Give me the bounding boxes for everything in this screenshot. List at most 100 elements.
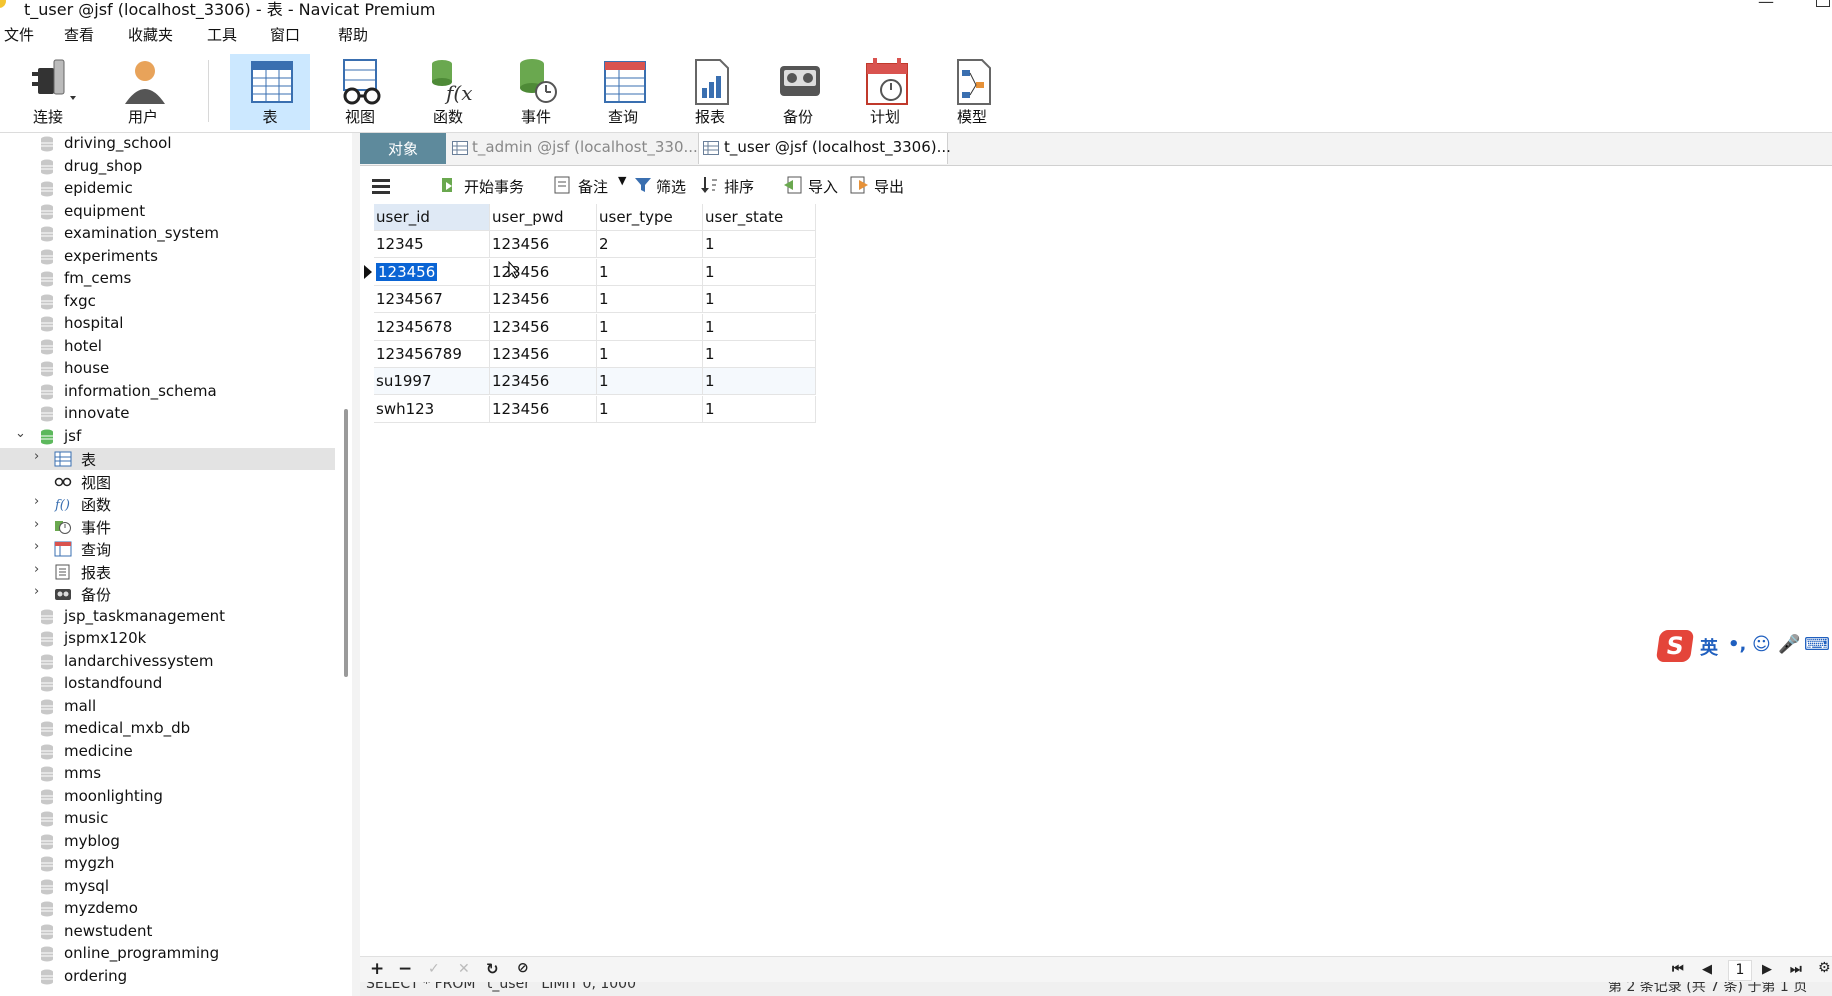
tree-item-database[interactable]: ⌄ jsf — [0, 426, 335, 448]
ime-mode-label[interactable]: 英 — [1700, 634, 1718, 660]
menu-tools[interactable]: 工具 — [207, 24, 237, 45]
tree-item-database[interactable]: equipment — [0, 201, 335, 223]
tab-objects[interactable]: 对象 — [360, 133, 446, 164]
maximize-button[interactable] — [1816, 0, 1830, 7]
table-cell[interactable]: 1 — [597, 286, 703, 314]
apply-changes-button[interactable]: ✓ — [428, 961, 440, 977]
tree-item-database[interactable]: newstudent — [0, 921, 335, 943]
previous-page-button[interactable]: ◀ — [1702, 962, 1712, 977]
query-button[interactable]: 查询 — [583, 54, 663, 130]
tree-item-object-group[interactable]: › 事件 — [0, 516, 335, 538]
tree-item-database[interactable]: online_programming — [0, 943, 335, 965]
settings-gear-icon[interactable]: ⚙ — [1818, 960, 1831, 976]
table-cell[interactable]: 1 — [703, 341, 816, 368]
pane-splitter[interactable] — [352, 133, 360, 996]
tree-item-database[interactable]: myzdemo — [0, 898, 335, 920]
model-button[interactable]: 模型 — [932, 54, 1012, 130]
table-cell[interactable]: 2 — [597, 231, 703, 259]
chevron-right-icon[interactable]: › — [34, 449, 39, 464]
event-button[interactable]: 事件 — [496, 54, 576, 130]
function-button[interactable]: f(x) 函数 — [408, 54, 488, 130]
tree-item-object-group[interactable]: 视图 — [0, 471, 335, 493]
tab-t-admin[interactable]: t_admin @jsf (localhost_330... — [448, 133, 698, 164]
tree-item-database[interactable]: ordering — [0, 966, 335, 988]
navigation-tree[interactable]: driving_school drug_shop epidemic equipment… — [0, 133, 350, 996]
tree-item-database[interactable]: myblog — [0, 831, 335, 853]
tree-item-object-group[interactable]: › 备份 — [0, 583, 335, 605]
table-cell[interactable]: 12345 — [374, 231, 490, 259]
table-cell[interactable]: 1 — [703, 231, 816, 259]
tree-item-database[interactable]: medicine — [0, 741, 335, 763]
table-cell[interactable]: 1 — [703, 286, 816, 314]
table-cell[interactable]: 1234567 — [374, 286, 490, 314]
tab-t-user[interactable]: t_user @jsf (localhost_3306)... — [698, 133, 951, 164]
column-header[interactable]: user_state — [703, 204, 816, 231]
tree-item-database[interactable]: fxgc — [0, 291, 335, 313]
tree-item-database[interactable]: experiments — [0, 246, 335, 268]
tree-item-database[interactable]: mygzh — [0, 853, 335, 875]
table-cell[interactable]: 123456 — [490, 231, 597, 259]
first-page-button[interactable]: ⏮ — [1672, 962, 1684, 977]
tree-item-database[interactable]: hospital — [0, 313, 335, 335]
table-cell[interactable]: 1 — [597, 341, 703, 368]
stop-icon[interactable]: ⊘ — [517, 960, 529, 976]
tree-item-database[interactable]: music — [0, 808, 335, 830]
table-cell[interactable]: 12345678 — [374, 313, 490, 341]
tree-item-object-group[interactable]: › 报表 — [0, 561, 335, 583]
tree-item-database[interactable]: mall — [0, 696, 335, 718]
tree-item-database[interactable]: innovate — [0, 403, 335, 425]
table-button[interactable]: 表 — [230, 54, 310, 130]
table-cell[interactable]: 1 — [597, 313, 703, 341]
selected-cell-text[interactable]: 123456 — [376, 262, 438, 281]
tree-item-object-group[interactable]: › f() 函数 — [0, 493, 335, 515]
chevron-right-icon[interactable]: › — [34, 562, 39, 577]
note-dropdown-icon[interactable]: ▼ — [618, 174, 626, 187]
chevron-right-icon[interactable]: › — [34, 584, 39, 599]
table-cell[interactable]: 1 — [703, 313, 816, 341]
table-cell[interactable]: 123456 — [374, 258, 490, 286]
begin-transaction-button[interactable]: 开始事务 — [464, 176, 524, 197]
keyboard-icon[interactable]: ⌨ — [1804, 634, 1830, 655]
tree-item-database[interactable]: moonlighting — [0, 786, 335, 808]
tree-item-database[interactable]: hotel — [0, 336, 335, 358]
table-cell[interactable]: swh123 — [374, 395, 490, 423]
tree-item-object-group[interactable]: › 表 — [0, 448, 335, 470]
menu-favorites[interactable]: 收藏夹 — [128, 24, 173, 45]
tree-item-object-group[interactable]: › 查询 — [0, 538, 335, 560]
table-cell[interactable]: 123456 — [490, 368, 597, 396]
report-button[interactable]: 报表 — [670, 54, 750, 130]
tree-item-database[interactable]: lostandfound — [0, 673, 335, 695]
table-cell[interactable]: su1997 — [374, 368, 490, 396]
tree-item-database[interactable]: mysql — [0, 876, 335, 898]
table-cell[interactable]: 123456 — [490, 258, 597, 286]
tree-item-database[interactable]: house — [0, 358, 335, 380]
menu-icon[interactable] — [372, 178, 390, 194]
view-button[interactable]: 视图 — [320, 54, 400, 130]
table-cell[interactable]: 123456 — [490, 341, 597, 368]
table-cell[interactable]: 1 — [597, 395, 703, 423]
tree-item-database[interactable]: fm_cems — [0, 268, 335, 290]
menu-file[interactable]: 文件 — [4, 24, 34, 45]
menu-window[interactable]: 窗口 — [270, 24, 300, 45]
note-button[interactable]: 备注 — [578, 176, 608, 197]
tree-item-database[interactable]: mms — [0, 763, 335, 785]
chevron-right-icon[interactable]: › — [34, 494, 39, 509]
refresh-icon[interactable]: ↻ — [486, 960, 499, 978]
tree-item-database[interactable]: jspmx120k — [0, 628, 335, 650]
table-cell[interactable]: 123456 — [490, 313, 597, 341]
chevron-right-icon[interactable]: › — [34, 517, 39, 532]
export-button[interactable]: 导出 — [874, 176, 904, 197]
tree-item-database[interactable]: information_schema — [0, 381, 335, 403]
delete-record-button[interactable]: − — [398, 959, 412, 979]
table-cell[interactable]: 1 — [597, 258, 703, 286]
tree-item-database[interactable]: medical_mxb_db — [0, 718, 335, 740]
backup-button[interactable]: 备份 — [758, 54, 838, 130]
sort-button[interactable]: 排序 — [724, 176, 754, 197]
connect-button[interactable]: 连接 — [8, 54, 88, 130]
tree-item-database[interactable]: driving_school — [0, 133, 335, 155]
tree-item-database[interactable]: jsp_taskmanagement — [0, 606, 335, 628]
column-header[interactable]: user_id — [374, 204, 490, 231]
page-number-input[interactable]: 1 — [1728, 960, 1752, 981]
tree-item-database[interactable]: landarchivessystem — [0, 651, 335, 673]
filter-button[interactable]: 筛选 — [656, 176, 686, 197]
